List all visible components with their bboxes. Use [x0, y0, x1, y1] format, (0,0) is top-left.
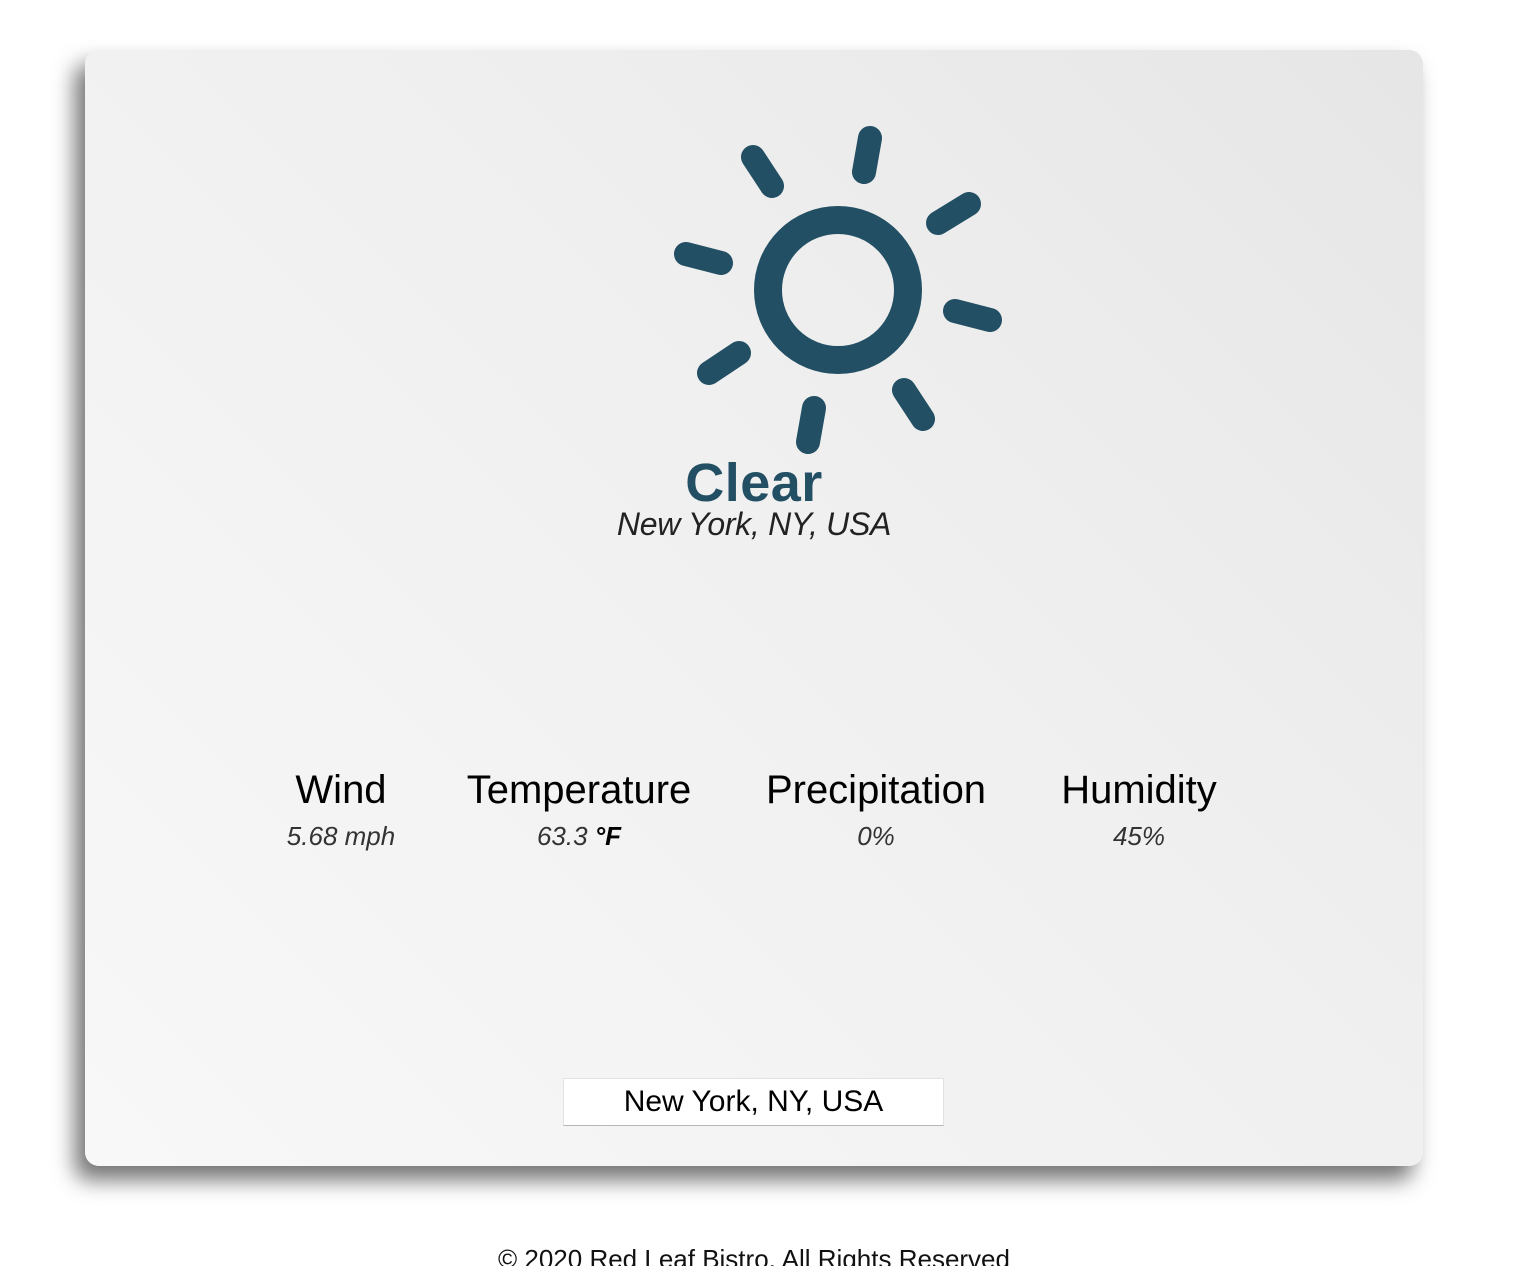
stat-precipitation-value: 0%: [857, 821, 895, 851]
stat-temperature: Temperature 63.3 °F: [467, 766, 692, 854]
sun-icon: [674, 126, 1002, 454]
stat-temperature-label: Temperature: [466, 768, 692, 812]
page: Clear New York, NY, USA Wind 5.68 mph Te…: [0, 0, 1540, 1266]
footer-copyright: © 2020 Red Leaf Bistro. All Rights Reser…: [498, 1244, 1010, 1266]
stat-precipitation-label: Precipitation: [765, 768, 987, 812]
location-search-input[interactable]: [563, 1078, 944, 1126]
stat-precipitation: Precipitation 0%: [766, 766, 986, 854]
stat-humidity: Humidity 45%: [1061, 766, 1217, 854]
stat-temperature-value-row: 63.3 °F: [467, 818, 692, 854]
stat-wind: Wind 5.68 mph: [287, 766, 395, 854]
stat-wind-value: 5.68 mph: [286, 821, 396, 851]
stat-temperature-value: 63.3: [536, 821, 588, 851]
weather-condition: Clear: [685, 453, 823, 513]
weather-card: [85, 50, 1423, 1166]
stat-humidity-value: 45%: [1112, 821, 1166, 851]
stat-wind-label: Wind: [295, 768, 387, 812]
stat-humidity-label: Humidity: [1061, 768, 1217, 812]
weather-location: New York, NY, USA: [616, 506, 892, 542]
stat-temperature-unit: °F: [594, 821, 622, 851]
